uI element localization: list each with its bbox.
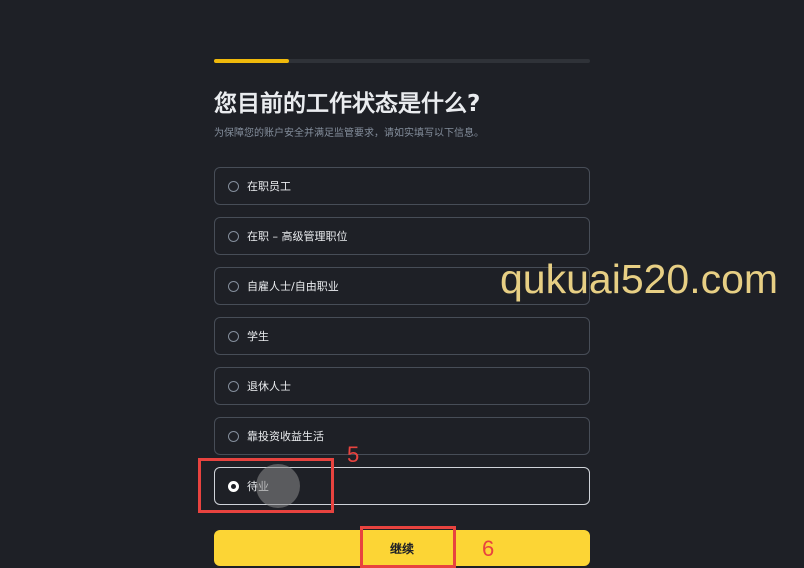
option-retired[interactable]: 退休人士: [214, 367, 590, 405]
option-employed[interactable]: 在职员工: [214, 167, 590, 205]
option-label: 自雇人士/自由职业: [247, 280, 339, 293]
continue-button[interactable]: 继续: [214, 530, 590, 566]
option-investment-income[interactable]: 靠投资收益生活: [214, 417, 590, 455]
progress-bar: [214, 59, 590, 63]
radio-button[interactable]: [228, 330, 239, 342]
annotation-step-number: 6: [482, 536, 495, 561]
option-label: 待业: [247, 480, 269, 493]
option-label: 学生: [247, 330, 269, 343]
radio-button[interactable]: [228, 480, 239, 492]
watermark: qukuai520.com: [500, 256, 779, 302]
option-student[interactable]: 学生: [214, 317, 590, 355]
progress-bar-fill: [214, 59, 290, 63]
radio-button[interactable]: [228, 430, 239, 442]
page-title: 您目前的工作状态是什么?: [214, 91, 481, 117]
option-label: 在职员工: [247, 180, 291, 193]
option-senior-management[interactable]: 在职 – 高级管理职位: [214, 217, 590, 255]
annotation-step-number: 5: [347, 442, 360, 467]
radio-button[interactable]: [228, 380, 239, 392]
option-label: 在职 – 高级管理职位: [247, 230, 348, 243]
option-label: 退休人士: [247, 380, 291, 393]
option-label: 靠投资收益生活: [247, 430, 324, 443]
radio-button[interactable]: [228, 180, 239, 192]
radio-button[interactable]: [228, 280, 239, 292]
page-subtitle: 为保障您的账户安全并满足监管要求，请如实填写以下信息。: [214, 128, 484, 139]
radio-button[interactable]: [228, 230, 239, 242]
option-unemployed[interactable]: 待业: [214, 467, 590, 505]
employment-status-options: 在职员工 在职 – 高级管理职位 自雇人士/自由职业 学生 退休人士 靠投资收益…: [214, 167, 590, 517]
